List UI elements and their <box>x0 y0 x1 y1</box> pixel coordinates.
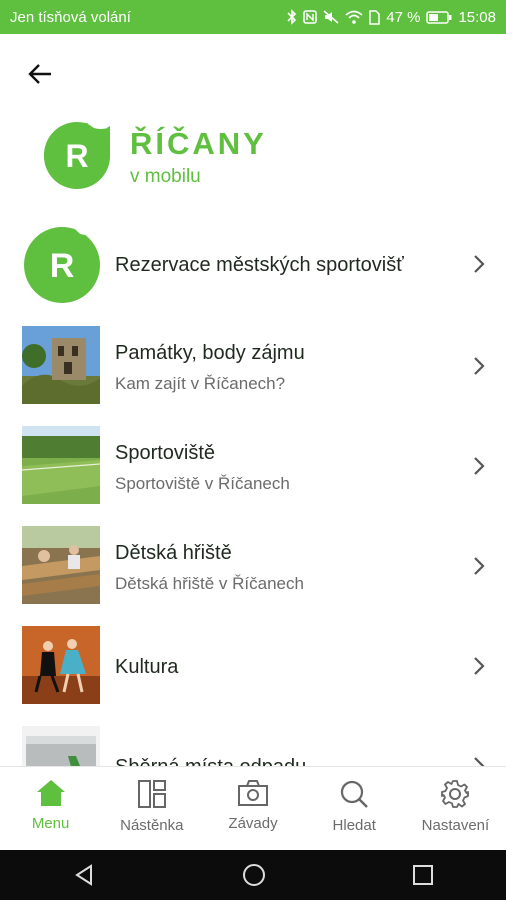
bluetooth-icon <box>287 9 297 25</box>
recents-square-icon[interactable] <box>412 864 434 886</box>
nav-settings[interactable]: Nastavení <box>405 767 506 850</box>
list-item-subtitle: Kam zajít v Říčanech? <box>115 374 286 393</box>
svg-text:R: R <box>50 247 75 285</box>
bottom-navigation: Menu Nástěnka Závady Hledat Nastavení <box>0 766 506 850</box>
sim-icon <box>369 9 380 25</box>
nav-label: Nástěnka <box>120 817 184 834</box>
carrier-text: Jen tísňová volání <box>10 8 131 26</box>
waste-thumbnail <box>22 726 100 766</box>
nav-label: Menu <box>31 815 70 832</box>
chevron-right-icon <box>474 457 485 475</box>
culture-thumbnail <box>22 626 100 704</box>
nav-defects[interactable]: Závady <box>202 767 303 850</box>
nav-label: Hledat <box>332 817 376 834</box>
list-item-title: Dětská hřiště <box>115 542 232 564</box>
nav-label: Nastavení <box>421 817 490 834</box>
wifi-icon <box>345 10 363 24</box>
battery-percent: 47 % <box>386 8 421 26</box>
nav-search[interactable]: Hledat <box>304 767 405 850</box>
chevron-right-icon <box>474 757 485 766</box>
brand-logo: R ŘÍČANY v mobilu <box>42 120 342 190</box>
list-item-title: Památky, body zájmu <box>115 342 305 364</box>
gear-icon <box>441 780 470 808</box>
home-circle-icon[interactable] <box>241 862 267 888</box>
list-item-subtitle: Sportoviště v Říčanech <box>115 474 290 493</box>
status-bar: Jen tísňová volání 47 % 15:08 <box>0 0 506 34</box>
logo-letter: R <box>65 138 88 174</box>
nfc-icon <box>303 10 318 24</box>
brand-title: ŘÍČANY <box>130 126 267 161</box>
playground-thumbnail <box>22 526 100 604</box>
list-item[interactable]: Sportoviště Sportoviště v Říčanech <box>0 416 506 516</box>
chevron-right-icon <box>474 657 485 675</box>
back-button[interactable] <box>22 58 58 90</box>
chevron-right-icon <box>474 557 485 575</box>
chevron-right-icon <box>474 357 485 375</box>
nav-label: Závady <box>228 815 278 832</box>
clock: 15:08 <box>458 8 496 26</box>
nav-board[interactable]: Nástěnka <box>101 767 202 850</box>
list-item-title: Sběrná místa odpadu <box>115 756 306 766</box>
system-navigation-bar <box>0 850 506 900</box>
menu-list: R Rezervace městských sportovišť Památky… <box>0 214 506 766</box>
mute-icon <box>323 10 339 24</box>
logo-icon: R <box>44 122 110 189</box>
sports-field-thumbnail <box>22 426 100 504</box>
list-item[interactable]: Sběrná místa odpadu <box>0 716 506 766</box>
list-item-subtitle: Dětská hřiště v Říčanech <box>115 574 304 593</box>
back-triangle-icon[interactable] <box>72 863 96 887</box>
list-item-title: Rezervace městských sportovišť <box>115 254 404 276</box>
list-item[interactable]: Kultura <box>0 616 506 716</box>
nav-menu[interactable]: Menu <box>0 767 101 850</box>
list-item[interactable]: R Rezervace městských sportovišť <box>0 214 506 314</box>
list-item-title: Sportoviště <box>115 442 216 464</box>
back-arrow-icon <box>28 64 51 84</box>
home-icon <box>36 780 65 806</box>
list-item[interactable]: Dětská hřiště Dětská hřiště v Říčanech <box>0 516 506 616</box>
logo-icon: R <box>22 224 102 304</box>
list-item-title: Kultura <box>115 656 179 678</box>
camera-icon <box>238 780 268 806</box>
chevron-right-icon <box>474 255 485 273</box>
battery-icon <box>426 10 452 24</box>
app-bar <box>0 34 506 114</box>
monument-thumbnail <box>22 326 100 404</box>
brand-subtitle: v mobilu <box>130 166 201 187</box>
board-icon <box>137 780 166 808</box>
list-item[interactable]: Památky, body zájmu Kam zajít v Říčanech… <box>0 316 506 416</box>
status-icons: 47 % 15:08 <box>287 9 496 26</box>
search-icon <box>341 780 369 808</box>
